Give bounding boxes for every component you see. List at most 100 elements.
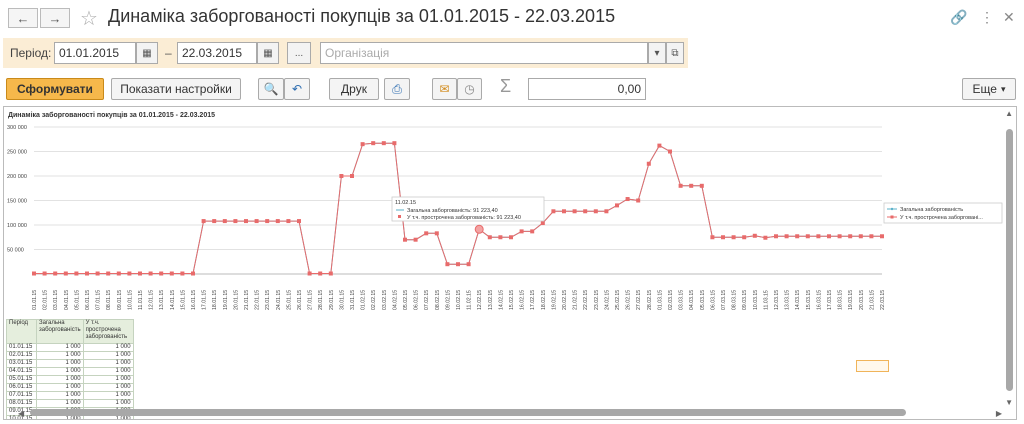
date-from-input[interactable]: 01.01.2015 [54, 42, 136, 64]
send-email-button[interactable]: ✉ [432, 78, 457, 100]
forward-button[interactable]: → [40, 8, 70, 28]
data-point [487, 235, 492, 240]
data-point [127, 271, 132, 276]
x-tick-label: 04.02.15 [392, 290, 398, 310]
legend-swatch [890, 207, 894, 211]
x-tick-label: 28.02.15 [647, 290, 653, 310]
data-point [699, 183, 704, 188]
data-table: Період Загальна заборгованість У т.ч. прос… [6, 319, 134, 419]
scroll-up-icon[interactable]: ▲ [1005, 109, 1013, 118]
organization-open-button[interactable]: ⧉ [666, 42, 684, 64]
scroll-down-icon[interactable]: ▼ [1005, 398, 1013, 407]
highlight-point [474, 224, 484, 234]
print-button[interactable]: Друк [329, 78, 379, 100]
arrow-left-icon: ← [16, 10, 30, 26]
x-tick-label: 06.03.15 [710, 290, 716, 310]
data-point [721, 235, 725, 240]
x-tick-label: 14.02.15 [498, 290, 504, 310]
table-cell: 08.01.15 [6, 399, 37, 408]
period-bar: Період: 01.01.2015 ▦ – 22.03.2015 ▦ ... … [3, 38, 688, 68]
x-tick-label: 15.01.15 [180, 290, 186, 310]
x-tick-label: 18.02.15 [541, 290, 547, 310]
data-point [848, 234, 853, 239]
data-point [328, 271, 333, 276]
print-preview-button[interactable]: ⎙ [384, 78, 410, 100]
more-button[interactable]: Еще ▾ [962, 78, 1016, 100]
x-tick-label: 08.03.15 [732, 290, 738, 310]
data-point [795, 234, 800, 239]
tooltip-line-1: Загальна заборгованість: 91 223,40 [407, 208, 498, 214]
x-tick-label: 21.03.15 [869, 290, 875, 310]
data-point [625, 197, 630, 202]
data-point [169, 271, 174, 276]
data-point [392, 141, 397, 146]
data-point [551, 209, 556, 214]
open-window-icon: ⧉ [671, 47, 679, 59]
scroll-left-icon[interactable]: ◀ [18, 409, 24, 418]
data-point [604, 209, 609, 214]
calendar-from-button[interactable]: ▦ [136, 42, 158, 64]
table-cell: 1 000 [82, 367, 134, 376]
data-point [710, 235, 715, 240]
data-point [85, 271, 89, 276]
y-tick-label: 300 000 [7, 125, 27, 131]
report-area[interactable]: Динаміка заборгованості покупців за 01.0… [3, 106, 1017, 420]
x-tick-label: 28.01.15 [318, 290, 324, 310]
selected-cell[interactable] [856, 360, 889, 372]
x-tick-label: 19.02.15 [551, 290, 557, 310]
horizontal-scrollbar[interactable] [30, 409, 906, 416]
show-settings-button[interactable]: Показати настройки [111, 78, 241, 100]
period-label: Період: [10, 46, 52, 60]
title-bar: ← → ☆ Динаміка заборгованості покупців з… [0, 0, 1024, 36]
close-icon[interactable]: ✕ [1003, 9, 1015, 26]
table-cell: 1 000 [82, 415, 134, 419]
x-tick-label: 13.03.15 [785, 290, 791, 310]
organization-input[interactable]: Організація [320, 42, 648, 64]
table-row: 07.01.15 1 000 1 000 [6, 391, 134, 400]
link-icon[interactable]: 🔗 [950, 9, 967, 26]
table-row: 03.01.15 1 000 1 000 [6, 359, 134, 368]
data-point [212, 219, 217, 224]
x-tick-label: 12.03.15 [774, 290, 780, 310]
scroll-right-icon[interactable]: ▶ [996, 409, 1002, 418]
data-point [350, 174, 354, 178]
data-point [837, 234, 842, 239]
y-tick-label: 100 000 [7, 223, 27, 229]
x-tick-label: 25.01.15 [286, 290, 292, 310]
vertical-scrollbar[interactable] [1006, 129, 1013, 391]
period-dash: – [165, 46, 172, 60]
table-cell: 1 000 [36, 391, 84, 400]
data-point [275, 219, 280, 224]
period-select-button[interactable]: ... [287, 42, 311, 64]
schedule-button[interactable]: ◷ [457, 78, 482, 100]
data-point [530, 229, 535, 234]
data-point [191, 271, 195, 276]
more-vertical-icon[interactable]: ⋮ [980, 9, 994, 26]
x-tick-label: 20.01.15 [233, 290, 239, 310]
date-to-input[interactable]: 22.03.2015 [177, 42, 257, 64]
table-cell: 03.01.15 [6, 359, 37, 368]
data-point [466, 262, 471, 267]
x-tick-label: 22.02.15 [583, 290, 589, 310]
clock-icon: ◷ [464, 82, 475, 96]
data-point [63, 271, 68, 276]
generate-button[interactable]: Сформувати [6, 78, 104, 100]
data-point [774, 234, 778, 239]
table-row: 04.01.15 1 000 1 000 [6, 367, 134, 376]
calendar-to-button[interactable]: ▦ [257, 42, 279, 64]
back-button[interactable]: ← [8, 8, 38, 28]
x-tick-label: 23.02.15 [594, 290, 600, 310]
x-tick-label: 10.03.15 [753, 290, 759, 310]
table-row: 01.01.15 1 000 1 000 [6, 343, 134, 352]
table-cell: 1 000 [36, 359, 84, 368]
organization-dropdown-button[interactable]: ▾ [648, 42, 666, 64]
search-cancel-button[interactable]: ↶ [284, 78, 310, 100]
x-tick-label: 21.01.15 [244, 290, 250, 310]
star-icon[interactable]: ☆ [80, 6, 98, 31]
data-point [148, 271, 153, 276]
data-point [339, 174, 344, 178]
x-tick-label: 20.03.15 [859, 290, 865, 310]
search-button[interactable]: 🔍 [258, 78, 284, 100]
data-point [445, 262, 450, 267]
sum-icon: Σ [500, 76, 512, 96]
